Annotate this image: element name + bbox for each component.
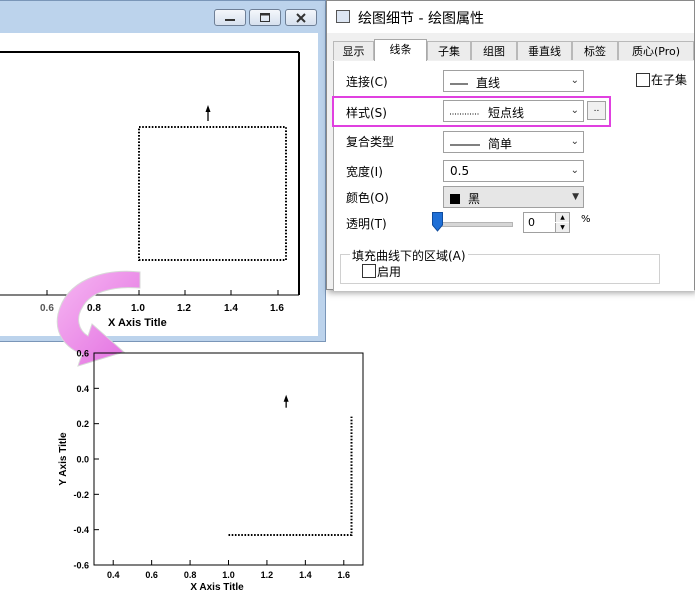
width-label: 宽度(I) (346, 165, 383, 179)
width-value: 0.5 (450, 164, 470, 178)
x-tick-label: 1.2 (261, 570, 274, 580)
style-highlight-box (332, 96, 611, 127)
transparency-slider-track[interactable] (433, 222, 513, 227)
maximize-icon (250, 10, 280, 25)
subset-checkbox-label: 在子集 (651, 73, 688, 87)
x-tick-label: 0.4 (107, 570, 120, 580)
maximize-button[interactable] (249, 9, 281, 26)
annotation-arrow[interactable] (283, 394, 289, 408)
x-tick-label: 1.0 (222, 570, 235, 580)
fill-area-group-title: 填充曲线下的区域(A) (350, 247, 468, 264)
minimize-icon (215, 10, 245, 25)
connect-label: 连接(C) (346, 75, 388, 89)
tab-line[interactable]: 线条 (374, 39, 427, 62)
width-combobox[interactable]: 0.5 ⌄ (443, 160, 584, 182)
color-dropdown[interactable]: 黑 ▼ (443, 186, 584, 208)
minimize-button[interactable] (214, 9, 246, 26)
x-tick-label: 1.6 (270, 303, 284, 314)
close-icon (286, 10, 316, 25)
composite-type-value: 简单 (488, 137, 513, 151)
color-swatch (450, 194, 460, 204)
chevron-down-icon: ⌄ (570, 136, 579, 147)
close-button[interactable] (285, 9, 317, 26)
y-tick-label: 0.4 (76, 384, 89, 394)
color-label: 颜色(O) (346, 191, 389, 205)
chevron-down-icon: ⌄ (570, 165, 579, 176)
y-tick-label: -0.6 (73, 561, 89, 571)
solid-line-icon (450, 83, 468, 84)
x-tick-label: 0.6 (145, 570, 158, 580)
tab-label[interactable]: 标签 (572, 41, 618, 60)
enable-fill-label: 启用 (377, 265, 402, 279)
connect-value: 直线 (476, 76, 501, 90)
tab-group[interactable]: 组图 (471, 41, 517, 60)
y-tick-label: 0.2 (76, 419, 89, 429)
chevron-down-icon: ⌄ (570, 75, 579, 86)
dialog-app-icon (336, 10, 350, 23)
percent-sign: % (581, 214, 591, 225)
tab-subset[interactable]: 子集 (427, 41, 471, 60)
subset-checkbox[interactable] (636, 73, 650, 87)
x-tick-label: 1.4 (299, 570, 312, 580)
tab-centroid[interactable]: 质心(Pro) (618, 41, 694, 60)
data-plot-dotted[interactable] (138, 126, 287, 261)
x-tick-label: 1.2 (177, 303, 191, 314)
transparency-label: 透明(T) (346, 217, 387, 231)
result-graph: -0.6 -0.4 -0.2 0.0 0.2 0.4 0.6 0.4 0.6 0.8 1.0 1.2… (58, 349, 364, 592)
composite-type-dropdown[interactable]: 简单 ⌄ (443, 131, 584, 153)
x-tick-label: 1.6 (338, 570, 351, 580)
data-plot-dotted[interactable] (228, 416, 353, 536)
x-tick-label: 1.4 (224, 303, 238, 314)
enable-fill-checkbox[interactable] (362, 264, 376, 278)
spin-up-icon[interactable]: ▲ (555, 213, 569, 222)
annotation-arrow[interactable] (205, 105, 211, 121)
transparency-spinner[interactable]: 0 ▲ ▼ (523, 212, 570, 233)
connect-dropdown[interactable]: 直线 ⌄ (443, 70, 584, 92)
dialog-titlebar[interactable]: 绘图细节 - 绘图属性 (327, 1, 694, 33)
solid-line-icon (450, 144, 480, 145)
x-tick-label: 0.8 (184, 570, 197, 580)
color-value: 黑 (468, 192, 481, 206)
y-tick-label: -0.2 (73, 490, 89, 500)
tab-display[interactable]: 显示 (333, 41, 374, 60)
y-axis-title[interactable]: Y Axis Title (58, 432, 69, 486)
transparency-value: 0 (528, 216, 535, 229)
graph-window-titlebar[interactable] (0, 1, 325, 33)
y-tick-label: 0.6 (76, 349, 89, 359)
dialog-tabs: 显示 线条 子集 组图 垂直线 标签 质心(Pro) (333, 39, 694, 62)
y-tick-label: 0.0 (76, 455, 89, 465)
spin-down-icon[interactable]: ▼ (555, 223, 569, 232)
y-tick-label: -0.4 (73, 525, 89, 535)
dialog-title: 绘图细节 - 绘图属性 (358, 11, 484, 27)
composite-type-label: 复合类型 (346, 135, 395, 149)
layer-frame (93, 352, 364, 566)
tab-drop-lines[interactable]: 垂直线 (517, 41, 572, 60)
x-axis-title[interactable]: X Axis Title (190, 582, 244, 592)
transparency-slider-thumb[interactable] (432, 212, 443, 232)
style-more-button[interactable]: .. (587, 101, 606, 120)
triangle-down-icon: ▼ (572, 192, 579, 202)
